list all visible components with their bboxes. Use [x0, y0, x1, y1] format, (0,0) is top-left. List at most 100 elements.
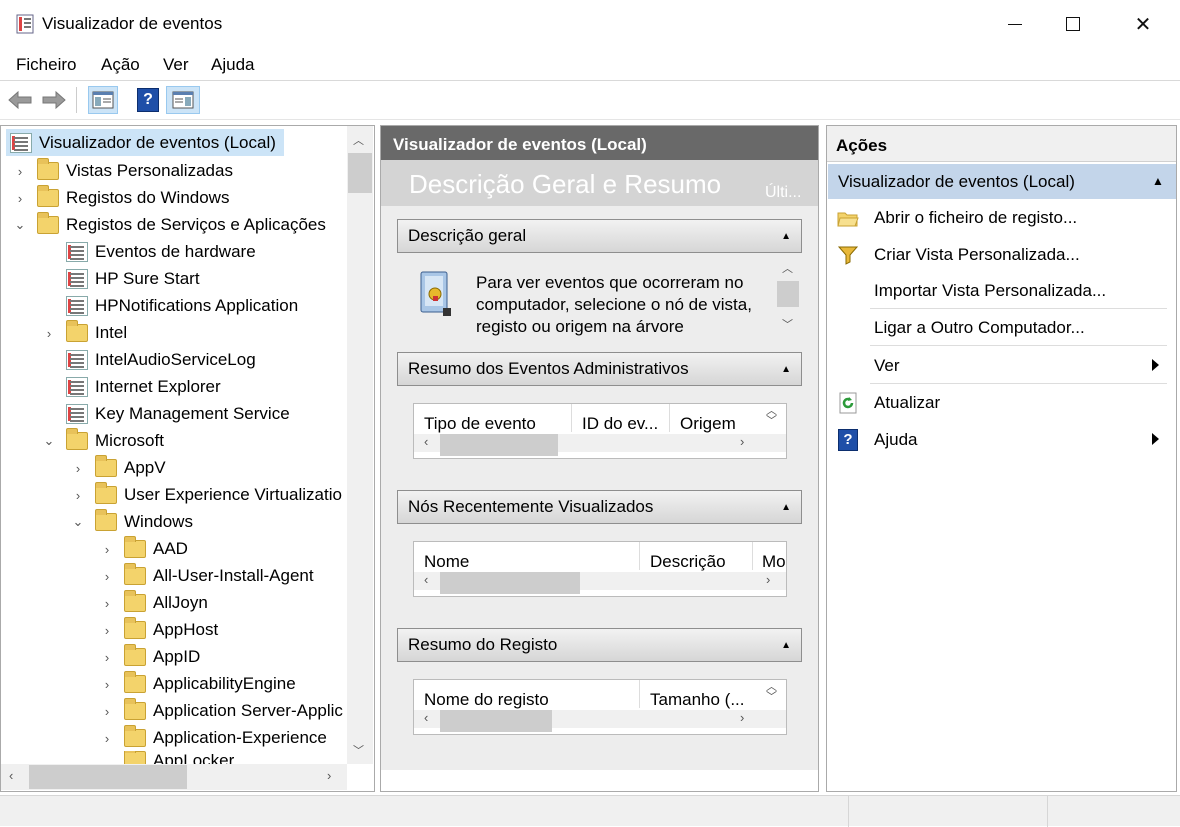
tree-item-application-server-applic[interactable]: Application Server-Applic: [124, 697, 343, 724]
scroll-right-icon[interactable]: ›: [766, 572, 770, 587]
tree-item-microsoft[interactable]: Microsoft: [66, 427, 164, 454]
tree-item-aad[interactable]: AAD: [124, 535, 188, 562]
column-header-mo[interactable]: Mo: [762, 552, 786, 572]
scroll-right-icon[interactable]: ›: [740, 710, 744, 725]
scroll-left-icon[interactable]: ‹: [424, 572, 428, 587]
tree-item-intel[interactable]: Intel: [66, 319, 127, 346]
tree-item-appid[interactable]: AppID: [124, 643, 200, 670]
action-criar-vista-personalizada[interactable]: Criar Vista Personalizada...: [827, 236, 1167, 273]
scrollbar-thumb[interactable]: [440, 434, 558, 456]
scrollbar-thumb[interactable]: [440, 572, 580, 594]
tree-item-appv[interactable]: AppV: [95, 454, 166, 481]
tree-item-hpnotifications[interactable]: HPNotifications Application: [66, 292, 298, 319]
collapse-up-icon[interactable]: ▲: [781, 640, 791, 651]
action-abrir-ficheiro-registo[interactable]: Abrir o ficheiro de registo...: [827, 199, 1167, 236]
column-header-origem[interactable]: Origem: [680, 414, 736, 434]
section-admin-events-header[interactable]: Resumo dos Eventos Administrativos ▲: [397, 352, 802, 386]
tree-item-applocker[interactable]: AppLocker: [124, 751, 234, 765]
action-ver[interactable]: Ver: [827, 347, 1167, 384]
tree-horizontal-scrollbar[interactable]: ‹ ›: [1, 764, 347, 790]
tree-item-user-experience-virtualization[interactable]: User Experience Virtualizatio: [95, 481, 342, 508]
tree-item-intelaudioservicelog[interactable]: IntelAudioServiceLog: [66, 346, 256, 373]
column-header-tipo-evento[interactable]: Tipo de evento: [424, 414, 536, 434]
scroll-left-icon[interactable]: ‹: [424, 710, 428, 725]
scroll-up-down-icon[interactable]: ︿ ﹀: [766, 406, 777, 427]
tree-item-key-management-service[interactable]: Key Management Service: [66, 400, 290, 427]
section-log-summary-header[interactable]: Resumo do Registo ▲: [397, 628, 802, 662]
column-header-id-evento[interactable]: ID do ev...: [582, 414, 658, 434]
section-recent-nodes-header[interactable]: Nós Recentemente Visualizados ▲: [397, 490, 802, 524]
scrollbar-thumb[interactable]: [348, 153, 372, 193]
tree-item-alljoyn[interactable]: AllJoyn: [124, 589, 208, 616]
scroll-down-icon[interactable]: ﹀: [782, 316, 793, 332]
collapse-up-icon[interactable]: ▲: [1152, 174, 1164, 188]
show-hide-console-tree-button[interactable]: [88, 86, 118, 114]
column-divider[interactable]: [669, 404, 670, 432]
column-divider[interactable]: [639, 542, 640, 570]
scroll-up-down-icon[interactable]: ︿ ﹀: [766, 682, 777, 703]
overview-vertical-scrollbar[interactable]: ︿ ﹀: [777, 258, 801, 336]
actions-group-header[interactable]: Visualizador de eventos (Local) ▲: [828, 164, 1176, 199]
column-header-tamanho[interactable]: Tamanho (...: [650, 690, 745, 710]
tree-item-vistas-personalizadas[interactable]: Vistas Personalizadas: [37, 157, 233, 184]
recent-grid-horizontal-scrollbar[interactable]: ‹ ›: [414, 572, 786, 594]
tree-item-windows[interactable]: Windows: [95, 508, 193, 535]
log-grid-horizontal-scrollbar[interactable]: ‹ ›: [414, 710, 786, 732]
expand-chevron-icon[interactable]: ›: [100, 677, 114, 692]
scroll-up-icon[interactable]: ︿: [782, 260, 793, 276]
show-hide-action-pane-button[interactable]: [166, 86, 200, 114]
help-button[interactable]: ?: [134, 86, 162, 114]
collapse-chevron-icon[interactable]: ⌄: [13, 217, 27, 232]
tree-item-registos-do-windows[interactable]: Registos do Windows: [37, 184, 229, 211]
column-divider[interactable]: [639, 680, 640, 708]
scroll-left-icon[interactable]: ‹: [424, 434, 428, 449]
scroll-right-icon[interactable]: ›: [740, 434, 744, 449]
column-header-descricao[interactable]: Descrição: [650, 552, 726, 572]
scroll-up-icon[interactable]: ︿: [353, 132, 364, 148]
minimize-button[interactable]: [986, 0, 1044, 48]
menu-ver[interactable]: Ver: [163, 55, 189, 75]
expand-chevron-icon[interactable]: ›: [100, 542, 114, 557]
action-importar-vista-personalizada[interactable]: Importar Vista Personalizada...: [827, 272, 1167, 309]
scrollbar-thumb[interactable]: [777, 281, 799, 307]
admin-grid-horizontal-scrollbar[interactable]: ‹ ›: [414, 434, 786, 456]
expand-chevron-icon[interactable]: ›: [100, 569, 114, 584]
expand-chevron-icon[interactable]: ›: [71, 461, 85, 476]
collapse-up-icon[interactable]: ▲: [781, 231, 791, 242]
tree-root-event-viewer[interactable]: Visualizador de eventos (Local): [6, 129, 284, 156]
back-button[interactable]: [6, 86, 34, 114]
expand-chevron-icon[interactable]: ›: [100, 596, 114, 611]
expand-chevron-icon[interactable]: ›: [13, 164, 27, 179]
tree-item-eventos-de-hardware[interactable]: Eventos de hardware: [66, 238, 256, 265]
expand-chevron-icon[interactable]: ›: [100, 623, 114, 638]
column-divider[interactable]: [571, 404, 572, 432]
tree-item-internet-explorer[interactable]: Internet Explorer: [66, 373, 221, 400]
tree-item-applicabilityengine[interactable]: ApplicabilityEngine: [124, 670, 296, 697]
expand-chevron-icon[interactable]: ›: [100, 704, 114, 719]
tree-item-application-experience[interactable]: Application-Experience: [124, 724, 327, 751]
expand-chevron-icon[interactable]: ›: [13, 191, 27, 206]
scroll-left-icon[interactable]: ‹: [9, 768, 13, 783]
collapse-up-icon[interactable]: ▲: [781, 502, 791, 513]
collapse-chevron-icon[interactable]: ⌄: [42, 433, 56, 448]
maximize-button[interactable]: [1044, 0, 1102, 48]
expand-chevron-icon[interactable]: ›: [100, 731, 114, 746]
column-header-nome[interactable]: Nome: [424, 552, 469, 572]
tree-item-all-user-install-agent[interactable]: All-User-Install-Agent: [124, 562, 314, 589]
action-ligar-outro-computador[interactable]: Ligar a Outro Computador...: [827, 309, 1167, 346]
scroll-right-icon[interactable]: ›: [327, 768, 331, 783]
action-ajuda[interactable]: ? Ajuda: [827, 421, 1167, 458]
menu-ficheiro[interactable]: Ficheiro: [16, 55, 76, 75]
forward-button[interactable]: [40, 86, 68, 114]
column-header-nome-registo[interactable]: Nome do registo: [424, 690, 549, 710]
collapse-up-icon[interactable]: ▲: [781, 364, 791, 375]
menu-ajuda[interactable]: Ajuda: [211, 55, 254, 75]
scrollbar-thumb[interactable]: [29, 765, 187, 789]
section-overview-header[interactable]: Descrição geral ▲: [397, 219, 802, 253]
close-button[interactable]: ✕: [1114, 0, 1172, 48]
scrollbar-thumb[interactable]: [440, 710, 552, 732]
collapse-chevron-icon[interactable]: ⌄: [71, 514, 85, 529]
expand-chevron-icon[interactable]: ›: [100, 650, 114, 665]
tree-item-apphost[interactable]: AppHost: [124, 616, 218, 643]
action-atualizar[interactable]: Atualizar: [827, 384, 1167, 421]
